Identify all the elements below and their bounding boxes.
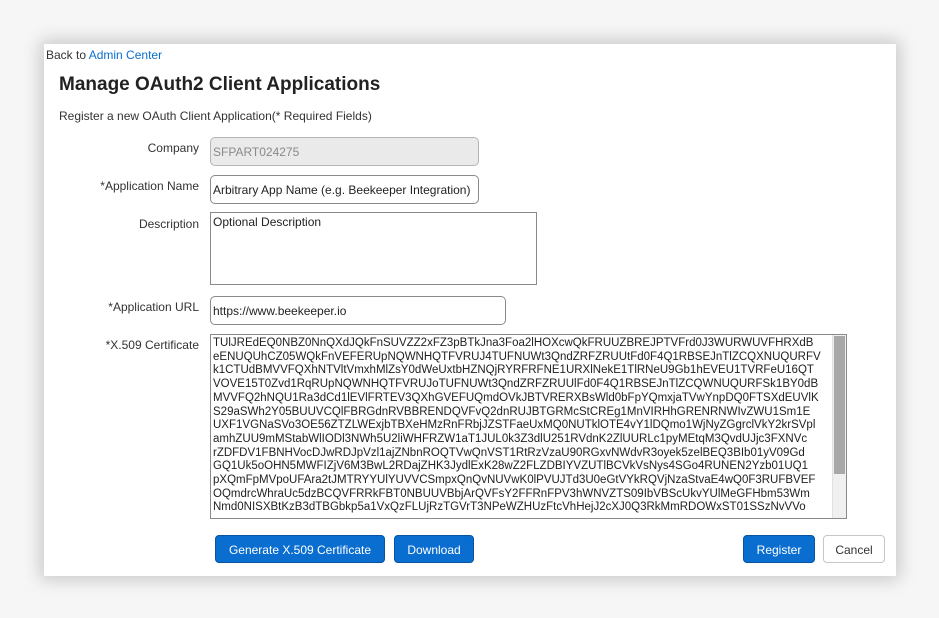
application-name-label: *Application Name [100,179,199,193]
application-name-field[interactable] [210,175,479,204]
generate-certificate-button[interactable]: Generate X.509 Certificate [215,535,385,563]
cancel-button[interactable]: Cancel [823,535,885,563]
back-to-admin-center-link[interactable]: Admin Center [89,48,162,62]
page-background: Back to Admin Center Manage OAuth2 Clien… [0,0,939,618]
page-subtitle: Register a new OAuth Client Application(… [59,109,372,123]
company-label: Company [147,141,199,155]
page-title: Manage OAuth2 Client Applications [59,74,381,95]
back-prefix: Back to [46,48,89,62]
oauth-form-card: Back to Admin Center Manage OAuth2 Clien… [44,44,896,576]
certificate-label: *X.509 Certificate [105,338,199,352]
application-url-field[interactable] [210,296,506,325]
download-button[interactable]: Download [394,535,474,563]
company-field [210,137,479,166]
certificate-text: TUlJREdEQ0NBZ0NnQXdJQkFnSUVZZ2xFZ3pBTkJn… [213,337,821,514]
application-url-label: *Application URL [108,300,199,314]
certificate-scroll-thumb[interactable] [834,336,845,474]
certificate-textarea[interactable]: TUlJREdEQ0NBZ0NnQXdJQkFnSUVZZ2xFZ3pBTkJn… [210,334,847,519]
certificate-scrollbar[interactable] [832,335,846,518]
description-label: Description [138,217,199,231]
breadcrumb: Back to Admin Center [46,48,162,62]
register-button[interactable]: Register [743,535,815,563]
description-field[interactable]: Optional Description [210,212,537,285]
